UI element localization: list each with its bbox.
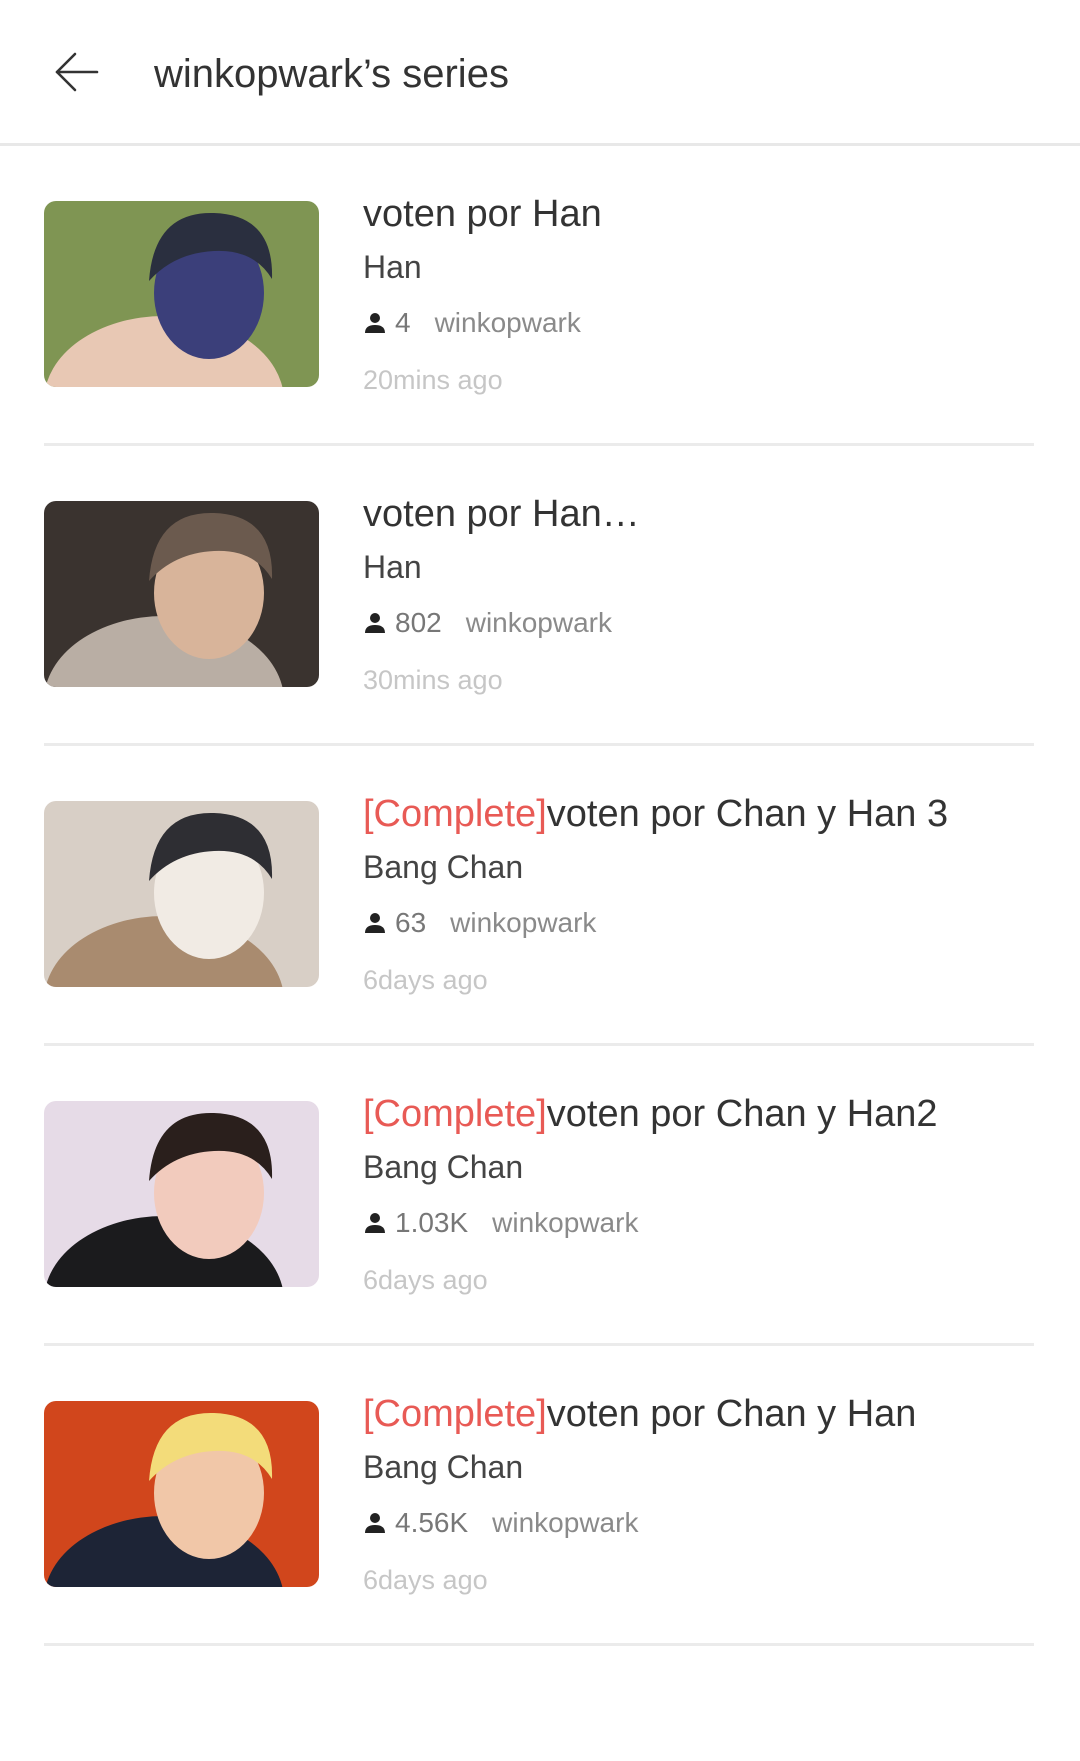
series-author: Bang Chan [363,849,524,885]
series-author: Han [363,249,422,285]
series-cover-image [44,1101,319,1287]
series-timestamp: 6days ago [363,1265,488,1295]
series-title-text: voten por Han [363,193,602,235]
complete-tag: [Complete] [363,1093,547,1135]
reader-count: 4.56K [395,1507,469,1538]
person-icon [365,1213,385,1233]
series-cover-image [44,501,319,687]
series-title-text: voten por Chan y Han [546,1393,917,1435]
series-author: Han [363,549,422,585]
person-icon [365,1513,385,1533]
series-username[interactable]: winkopwark [450,907,596,939]
series-title: voten por Han [363,188,1023,240]
series-meta: 63 winkopwark [363,898,1023,948]
series-username[interactable]: winkopwark [466,607,612,639]
series-meta: 1.03K winkopwark [363,1198,1023,1248]
series-item[interactable]: voten por Han Han 4 winkopwark 20mins ago [44,146,1034,446]
series-author: Bang Chan [363,1149,524,1185]
reader-count: 802 [395,607,442,638]
reader-count: 63 [395,907,427,938]
series-info: [Complete]voten por Chan y Han2 Bang Chan… [363,1088,1023,1300]
series-title-text: voten por Chan y Han 3 [546,793,949,835]
series-title-text: voten por Chan y Han2 [546,1093,938,1135]
top-bar: winkopwark’s series [0,0,1080,146]
series-author: Bang Chan [363,1449,524,1485]
series-username[interactable]: winkopwark [492,1507,638,1539]
back-button[interactable] [40,36,112,108]
person-icon [365,313,385,333]
series-item[interactable]: [Complete]voten por Chan y Han 3 Bang Cha… [44,746,1034,1046]
series-meta: 802 winkopwark [363,598,1023,648]
series-title: [Complete]voten por Chan y Han 3 [363,788,1023,840]
series-cover-image [44,801,319,987]
series-cover-image [44,201,319,387]
person-icon [365,913,385,933]
series-item[interactable]: [Complete]voten por Chan y Han Bang Chan 4… [44,1346,1034,1646]
series-timestamp: 6days ago [363,965,488,995]
series-title: [Complete]voten por Chan y Han [363,1388,1023,1440]
series-item[interactable]: voten por Han… Han 802 winkopwark 30mins ago [44,446,1034,746]
series-timestamp: 20mins ago [363,365,503,395]
series-meta: 4 winkopwark [363,298,1023,348]
series-username[interactable]: winkopwark [492,1207,638,1239]
series-title: voten por Han… [363,488,1023,540]
series-timestamp: 30mins ago [363,665,503,695]
reader-count: 4 [395,307,411,338]
page-title: winkopwark’s series [154,52,509,96]
person-icon [365,613,385,633]
series-info: voten por Han Han 4 winkopwark 20mins ago [363,188,1023,400]
arrow-left-icon [55,52,99,92]
series-meta: 4.56K winkopwark [363,1498,1023,1548]
series-item[interactable]: [Complete]voten por Chan y Han2 Bang Chan… [44,1046,1034,1346]
series-cover-image [44,1401,319,1587]
series-username[interactable]: winkopwark [435,307,581,339]
series-title-text: voten por Han… [363,493,640,535]
reader-count: 1.03K [395,1207,469,1238]
series-info: [Complete]voten por Chan y Han Bang Chan 4… [363,1388,1023,1600]
complete-tag: [Complete] [363,793,547,835]
series-title: [Complete]voten por Chan y Han2 [363,1088,1023,1140]
series-info: [Complete]voten por Chan y Han 3 Bang Cha… [363,788,1023,1000]
complete-tag: [Complete] [363,1393,547,1435]
series-info: voten por Han… Han 802 winkopwark 30mins ago [363,488,1023,700]
series-timestamp: 6days ago [363,1565,488,1595]
